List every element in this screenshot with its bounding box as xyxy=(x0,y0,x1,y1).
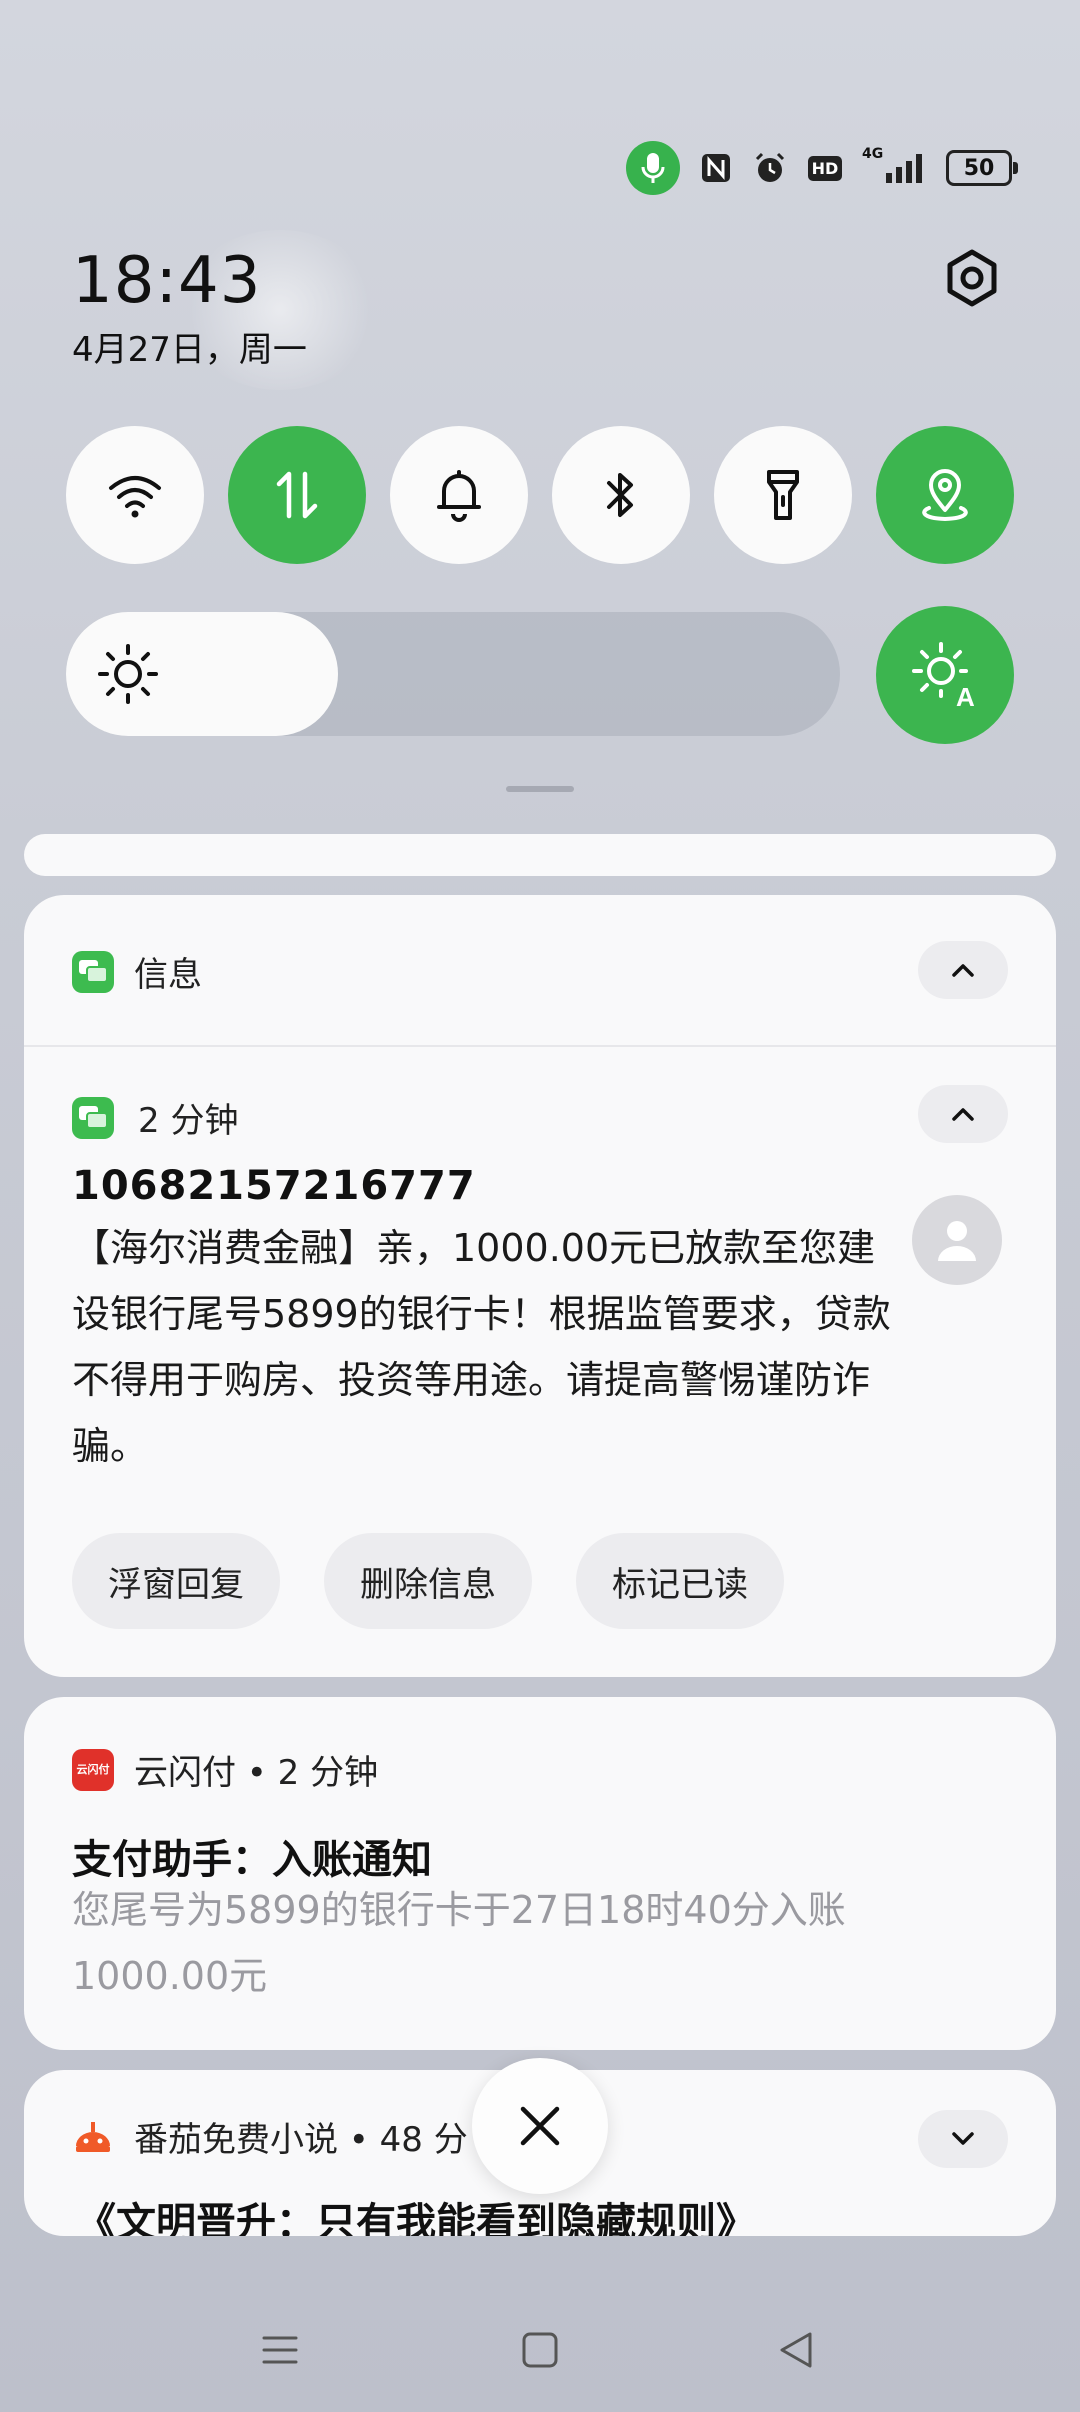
mobile-data-toggle[interactable] xyxy=(228,426,366,564)
fanqie-app-line: 番茄免费小说 • 48 分 xyxy=(134,2120,468,2160)
wifi-icon xyxy=(109,476,161,518)
messages-group-header: 信息 xyxy=(72,947,202,996)
yunshanfu-app-line: 云闪付 • 2 分钟 xyxy=(134,1753,379,1793)
panel-drag-handle[interactable] xyxy=(506,786,574,792)
recents-button[interactable] xyxy=(252,2322,308,2378)
data-arrows-icon xyxy=(276,471,318,519)
fanqie-app-icon xyxy=(72,2116,114,2158)
settings-gear-button[interactable] xyxy=(940,246,1004,310)
messages-notification-card[interactable]: 信息 2 分钟 10682157216777 【海尔消费金融】亲，1000.00… xyxy=(24,895,1056,1677)
auto-brightness-toggle[interactable]: A xyxy=(876,606,1014,744)
card-divider xyxy=(24,1045,1056,1047)
hd-icon: HD xyxy=(806,150,844,186)
message-header: 2 分钟 xyxy=(72,1093,238,1142)
close-icon xyxy=(520,2106,560,2146)
chevron-up-icon xyxy=(952,964,974,977)
yunshanfu-header: 云闪付 云闪付 • 2 分钟 xyxy=(72,1745,378,1794)
message-body: 【海尔消费金融】亲，1000.00元已放款至您建设银行尾号5899的银行卡！根据… xyxy=(72,1226,891,1468)
yunshanfu-notification-card[interactable]: 云闪付 云闪付 • 2 分钟 支付助手：入账通知 您尾号为5899的银行卡于27… xyxy=(24,1697,1056,2050)
chevron-down-icon xyxy=(952,2132,974,2145)
clear-all-button[interactable] xyxy=(472,2058,608,2194)
home-button[interactable] xyxy=(512,2322,568,2378)
messages-app-icon-small xyxy=(72,1096,114,1139)
collapsed-notification-peek[interactable] xyxy=(24,834,1056,876)
message-time: 2 分钟 xyxy=(138,1101,239,1141)
collapse-group-button[interactable] xyxy=(918,941,1008,999)
battery-level: 50 xyxy=(963,155,995,181)
fanqie-header: 番茄免费小说 • 48 分 xyxy=(72,2112,468,2161)
message-sender: 10682157216777 xyxy=(72,1163,476,1209)
chevron-up-icon xyxy=(952,1108,974,1121)
alarm-icon xyxy=(752,150,788,186)
brightness-slider-fill[interactable] xyxy=(66,612,338,736)
contact-avatar xyxy=(912,1195,1002,1285)
bell-icon xyxy=(437,470,481,522)
square-icon xyxy=(522,2332,558,2368)
svg-text:A: A xyxy=(956,682,975,710)
clock-time: 18:43 xyxy=(72,244,262,318)
location-icon xyxy=(922,469,968,522)
navigation-bar xyxy=(0,2310,1080,2390)
mark-read-button[interactable]: 标记已读 xyxy=(576,1533,784,1629)
flashlight-toggle[interactable] xyxy=(714,426,852,564)
float-reply-button[interactable]: 浮窗回复 xyxy=(72,1533,280,1629)
messages-app-name: 信息 xyxy=(134,955,202,995)
bluetooth-icon xyxy=(607,473,633,517)
gear-icon xyxy=(947,249,997,307)
back-triangle-icon xyxy=(780,2332,812,2368)
collapse-message-button[interactable] xyxy=(918,1085,1008,1143)
brightness-sun-icon xyxy=(98,644,158,704)
flashlight-icon xyxy=(767,470,799,520)
bluetooth-toggle[interactable] xyxy=(552,426,690,564)
clock-date: 4月27日，周一 xyxy=(72,330,307,370)
yunshanfu-icon-text: 云闪付 xyxy=(76,1762,110,1776)
auto-brightness-icon: A xyxy=(912,642,975,710)
signal-4g-icon: 4G xyxy=(862,146,928,186)
messages-app-icon xyxy=(72,950,114,993)
location-toggle[interactable] xyxy=(876,426,1014,564)
person-icon xyxy=(938,1221,976,1261)
wifi-toggle[interactable] xyxy=(66,426,204,564)
network-type-label: 4G xyxy=(862,146,884,162)
yunshanfu-body: 您尾号为5899的银行卡于27日18时40分入账1000.00元 xyxy=(72,1888,846,1998)
delete-message-button[interactable]: 删除信息 xyxy=(324,1533,532,1629)
back-button[interactable] xyxy=(768,2322,824,2378)
hd-label: HD xyxy=(807,155,843,181)
expand-notification-button[interactable] xyxy=(918,2110,1008,2168)
nfc-icon xyxy=(698,150,734,186)
menu-icon xyxy=(262,2336,298,2364)
yunshanfu-app-icon: 云闪付 xyxy=(72,1748,114,1791)
status-bar: HD 4G 50 xyxy=(626,140,1018,196)
sound-toggle[interactable] xyxy=(390,426,528,564)
battery-indicator: 50 xyxy=(946,150,1018,186)
fanqie-title: 《文明晋升：只有我能看到隐藏规则》 xyxy=(76,2200,756,2236)
mic-icon xyxy=(626,141,680,195)
